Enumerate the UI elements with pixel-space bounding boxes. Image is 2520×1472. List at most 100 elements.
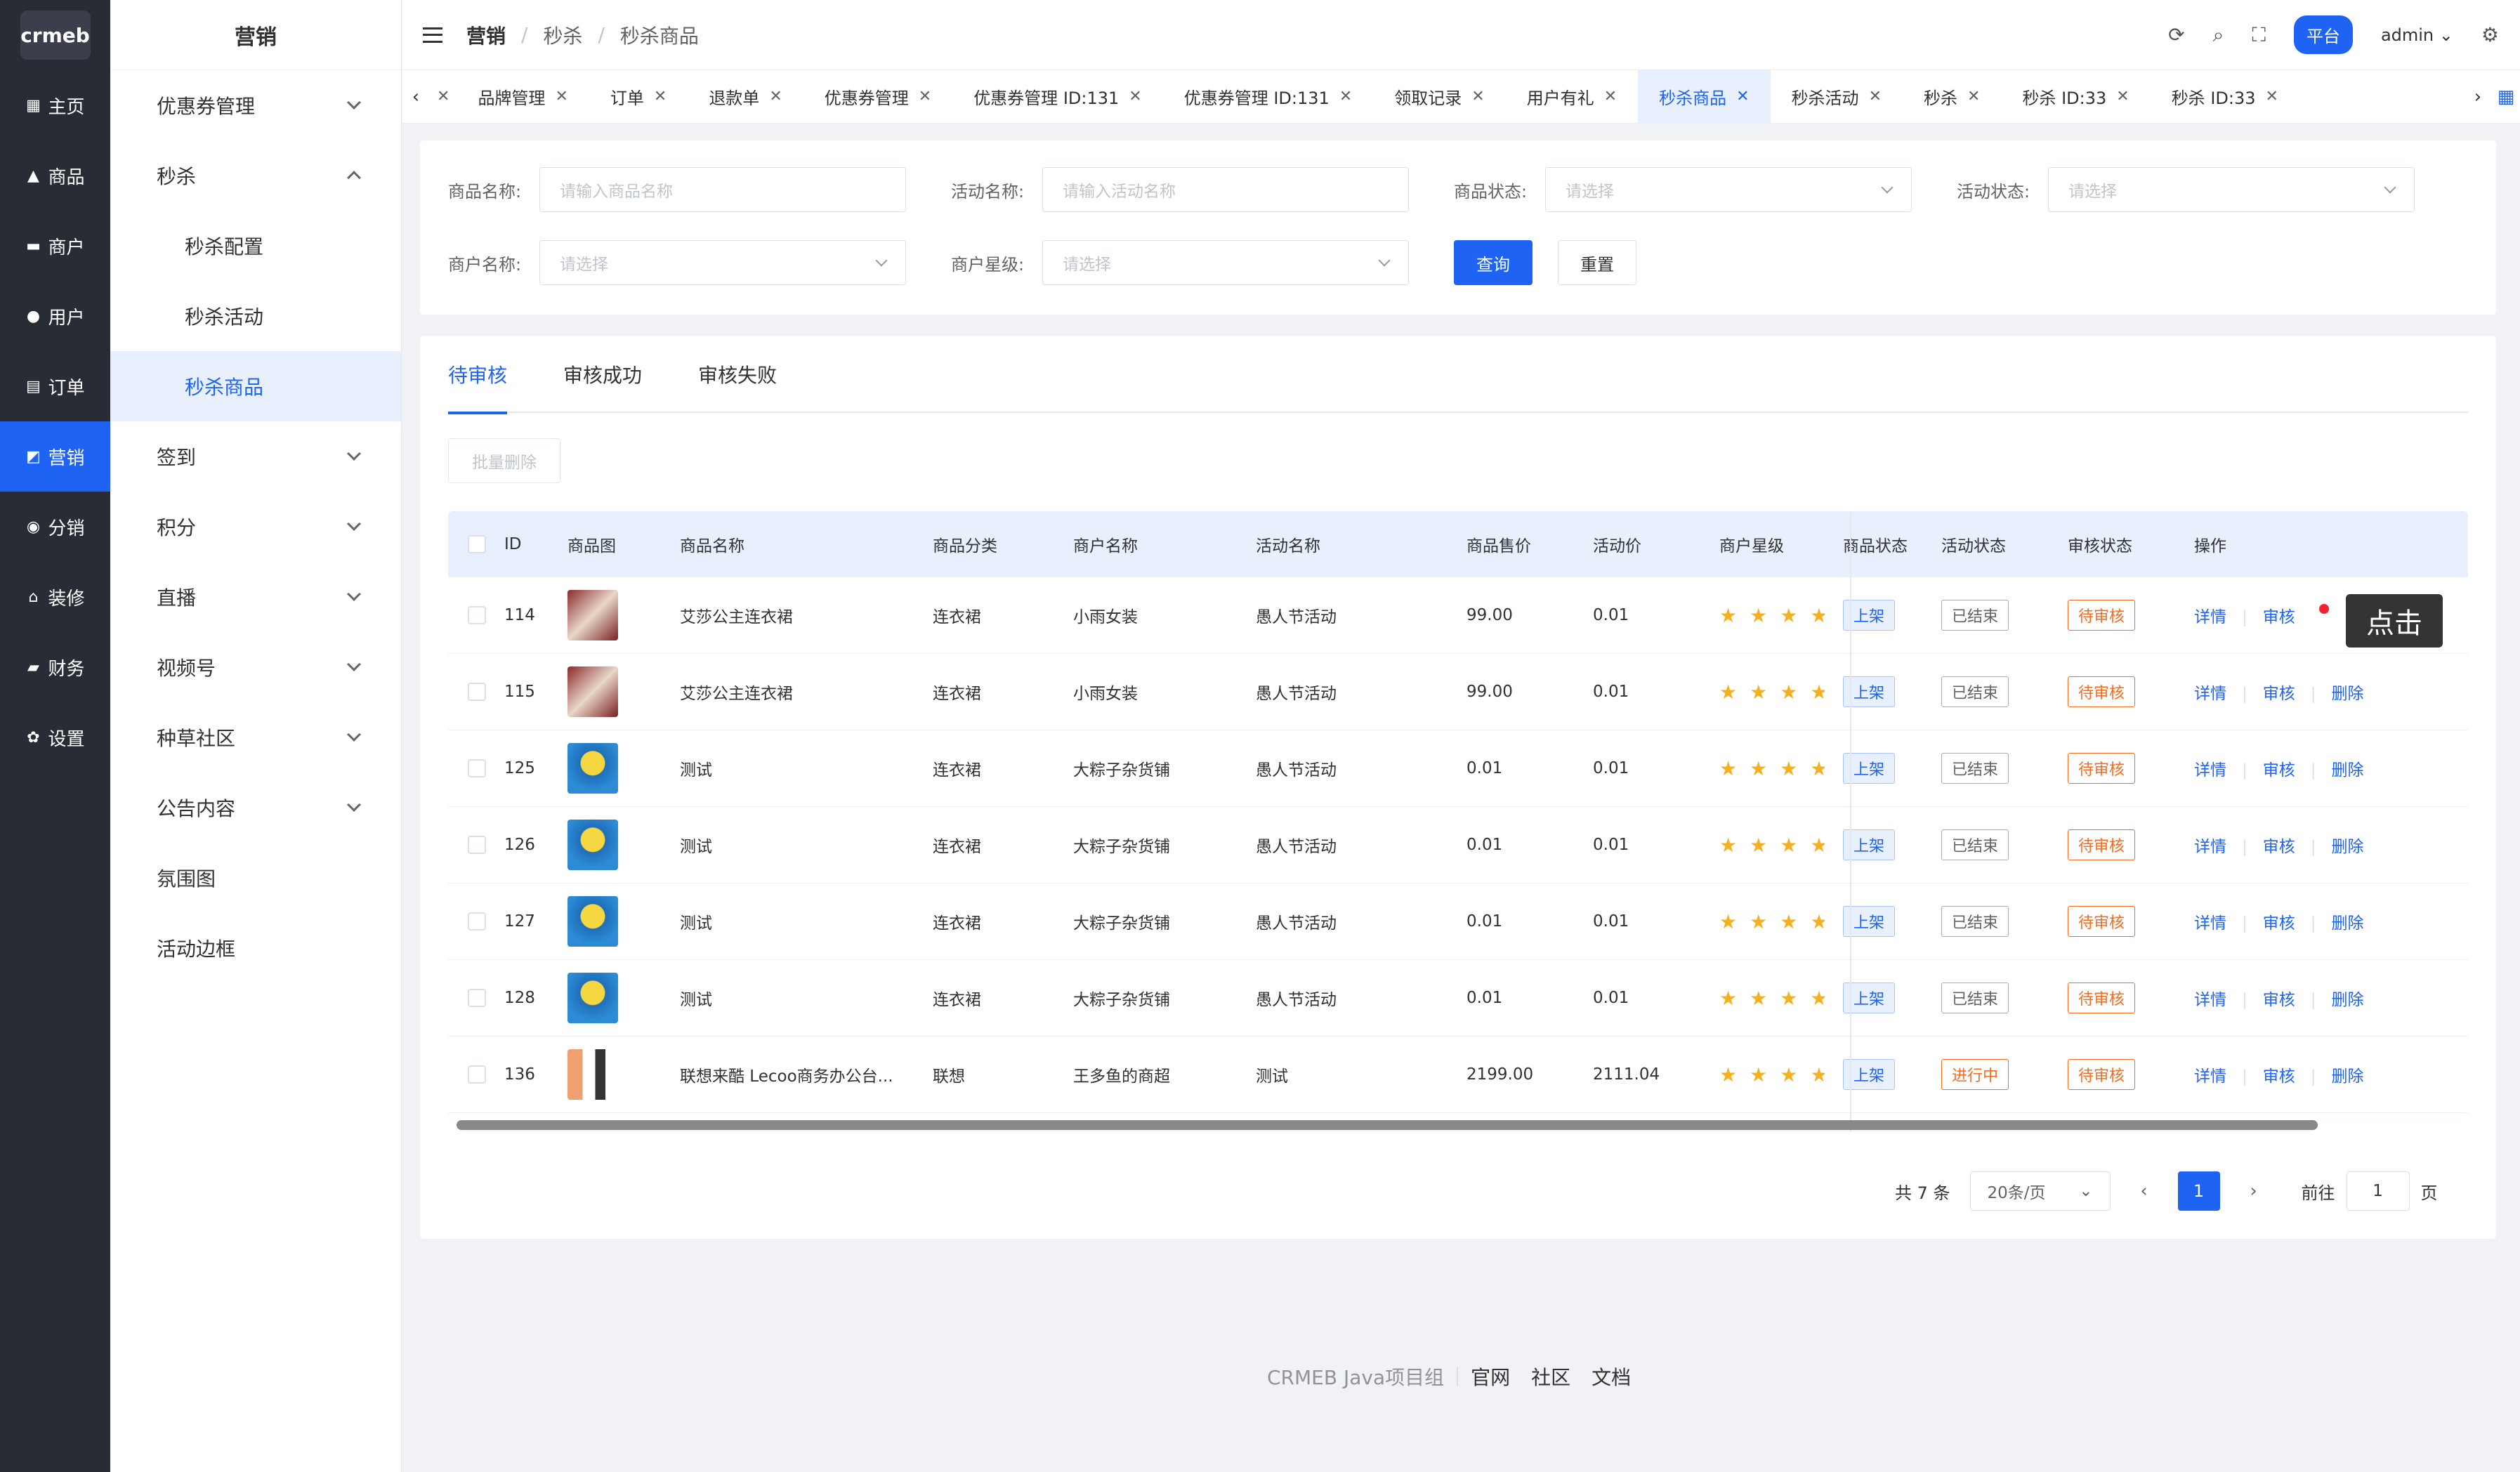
close-icon[interactable]: ✕	[2266, 88, 2278, 105]
delete-link[interactable]: 删除	[2332, 1067, 2364, 1086]
submenu-item-seckill-activity[interactable]: 秒杀活动	[110, 281, 401, 351]
close-icon[interactable]: ✕	[1869, 88, 1882, 105]
tab-item[interactable]: 品牌管理 ✕	[457, 70, 589, 123]
rail-item[interactable]: ▬ 商户	[0, 211, 110, 281]
submenu-item-live[interactable]: 直播	[110, 562, 401, 632]
review-link[interactable]: 审核	[2263, 761, 2295, 780]
row-checkbox[interactable]	[468, 836, 486, 854]
batch-delete-button[interactable]: 批量删除	[448, 438, 560, 483]
tab-item[interactable]: 秒杀活动 ✕	[1771, 70, 1903, 123]
breadcrumb-mid[interactable]: 秒杀	[543, 21, 582, 49]
tab-item[interactable]: 秒杀 ✕	[1903, 70, 2001, 123]
tab-item[interactable]: 秒杀商品 ✕	[1638, 70, 1771, 123]
submenu-item-seckill[interactable]: 秒杀	[110, 140, 401, 211]
rail-item[interactable]: ◉ 分销	[0, 492, 110, 562]
product-thumbnail[interactable]	[567, 896, 618, 947]
footer-link-docs[interactable]: 文档	[1592, 1362, 1631, 1391]
tab-rejected[interactable]: 审核失败	[698, 336, 777, 413]
horizontal-scrollbar[interactable]	[457, 1120, 2318, 1130]
activity-name-input[interactable]: 请输入活动名称	[1042, 167, 1409, 212]
next-page-icon[interactable]: ›	[2240, 1181, 2268, 1202]
merchant-star-select[interactable]: 请选择	[1042, 240, 1409, 285]
close-icon[interactable]: ✕	[769, 88, 782, 105]
tab-item[interactable]: 秒杀 ID:33 ✕	[2151, 70, 2299, 123]
review-link[interactable]: 审核	[2263, 838, 2295, 856]
row-checkbox[interactable]	[468, 606, 486, 624]
delete-link[interactable]: 删除	[2332, 685, 2364, 703]
detail-link[interactable]: 详情	[2194, 991, 2226, 1009]
delete-link[interactable]: 删除	[2332, 761, 2364, 780]
row-checkbox[interactable]	[468, 1065, 486, 1084]
review-link[interactable]: 审核	[2263, 608, 2295, 626]
menu-toggle-icon[interactable]	[423, 27, 442, 43]
rail-item[interactable]: ◩ 营销	[0, 421, 110, 492]
rail-item[interactable]: ✿ 设置	[0, 702, 110, 773]
delete-link[interactable]: 删除	[2332, 838, 2364, 856]
goto-page-input[interactable]: 1	[2346, 1171, 2410, 1211]
footer-link-official[interactable]: 官网	[1471, 1362, 1510, 1391]
submenu-item-seckill-product[interactable]: 秒杀商品	[110, 351, 401, 421]
close-icon[interactable]: ✕	[1967, 88, 1980, 105]
rail-item[interactable]: ● 用户	[0, 281, 110, 351]
row-checkbox[interactable]	[468, 759, 486, 777]
page-size-select[interactable]: 20条/页 ⌄	[1969, 1171, 2111, 1211]
submenu-item-signin[interactable]: 签到	[110, 421, 401, 492]
delete-link[interactable]: 删除	[2332, 914, 2364, 933]
tabs-next-icon[interactable]: ›	[2464, 86, 2492, 107]
delete-link[interactable]: 删除	[2332, 991, 2364, 1009]
close-icon[interactable]: ✕	[1736, 88, 1749, 105]
submenu-item-notice[interactable]: 公告内容	[110, 773, 401, 843]
prev-page-icon[interactable]: ‹	[2130, 1181, 2158, 1202]
gear-icon[interactable]: ⚙	[2481, 23, 2499, 46]
activity-status-select[interactable]: 请选择	[2048, 167, 2415, 212]
rail-item[interactable]: ▰ 财务	[0, 632, 110, 702]
reset-button[interactable]: 重置	[1558, 240, 1636, 285]
review-link[interactable]: 审核	[2263, 914, 2295, 933]
close-icon[interactable]: ✕	[437, 88, 449, 105]
breadcrumb-root[interactable]: 营销	[466, 21, 506, 49]
detail-link[interactable]: 详情	[2194, 914, 2226, 933]
row-checkbox[interactable]	[468, 683, 486, 701]
tab-item[interactable]: 秒杀 ID:33 ✕	[2001, 70, 2150, 123]
tab-pending[interactable]: 待审核	[448, 336, 508, 414]
detail-link[interactable]: 详情	[2194, 761, 2226, 780]
close-icon[interactable]: ✕	[1471, 88, 1484, 105]
rail-item[interactable]: ▤ 订单	[0, 351, 110, 421]
product-status-select[interactable]: 请选择	[1545, 167, 1912, 212]
product-thumbnail[interactable]	[567, 1049, 618, 1100]
detail-link[interactable]: 详情	[2194, 1067, 2226, 1086]
close-icon[interactable]: ✕	[654, 88, 667, 105]
tab-item[interactable]: 优惠券管理 ✕	[803, 70, 952, 123]
query-button[interactable]: 查询	[1454, 240, 1533, 285]
tabs-grid-icon[interactable]: ▦	[2492, 86, 2520, 107]
close-icon[interactable]: ✕	[2116, 88, 2129, 105]
detail-link[interactable]: 详情	[2194, 608, 2226, 626]
logo[interactable]: crmeb	[0, 0, 110, 70]
rail-item[interactable]: ▲ 商品	[0, 140, 110, 211]
close-icon[interactable]: ✕	[1604, 88, 1617, 105]
page-number-current[interactable]: 1	[2177, 1171, 2220, 1211]
select-all-checkbox[interactable]	[468, 535, 486, 553]
review-link[interactable]: 审核	[2263, 991, 2295, 1009]
tab-item[interactable]: 用户有礼 ✕	[1506, 70, 1638, 123]
submenu-item-border[interactable]: 活动边框	[110, 913, 401, 983]
detail-link[interactable]: 详情	[2194, 685, 2226, 703]
submenu-item-points[interactable]: 积分	[110, 492, 401, 562]
close-icon[interactable]: ✕	[1339, 88, 1352, 105]
rail-item[interactable]: ▦ 主页	[0, 70, 110, 140]
footer-link-community[interactable]: 社区	[1531, 1362, 1570, 1391]
search-icon[interactable]: ⌕	[2213, 23, 2224, 47]
tab-item[interactable]: 订单 ✕	[589, 70, 688, 123]
row-checkbox[interactable]	[468, 912, 486, 931]
close-icon[interactable]: ✕	[555, 88, 567, 105]
submenu-item-community[interactable]: 种草社区	[110, 702, 401, 773]
platform-badge[interactable]: 平台	[2293, 15, 2353, 54]
submenu-item-coupon[interactable]: 优惠券管理	[110, 70, 401, 140]
detail-link[interactable]: 详情	[2194, 838, 2226, 856]
review-link[interactable]: 审核	[2263, 685, 2295, 703]
tab-item[interactable]: 退款单 ✕	[688, 70, 803, 123]
product-thumbnail[interactable]	[567, 743, 618, 794]
user-menu[interactable]: admin ⌄	[2381, 25, 2453, 45]
row-checkbox[interactable]	[468, 989, 486, 1007]
review-link[interactable]: 审核	[2263, 1067, 2295, 1086]
